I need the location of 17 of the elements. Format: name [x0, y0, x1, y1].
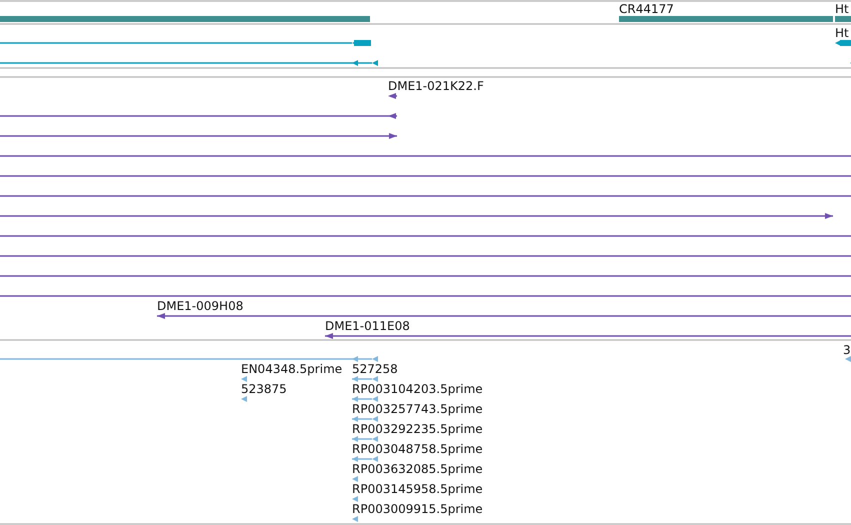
feature-label: CR44177: [619, 2, 674, 16]
feature-label: Ht: [835, 2, 849, 16]
feature-label: RP003009915.5prime: [352, 502, 483, 516]
feature-label: RP003048758.5prime: [352, 442, 483, 456]
feature-label: Ht: [835, 26, 849, 40]
feature-label: 3: [843, 343, 851, 357]
feature-label: DME1-021K22.F: [388, 79, 484, 93]
feature-label: RP003292235.5prime: [352, 422, 483, 436]
feature-label: RP003632085.5prime: [352, 462, 483, 476]
feature-label: DME1-009H08: [157, 299, 244, 313]
feature-label: EN04348.5prime: [241, 362, 342, 376]
feature-label: 527258: [352, 362, 398, 376]
feature-label: RP003104203.5prime: [352, 382, 483, 396]
feature-label: RP003257743.5prime: [352, 402, 483, 416]
feature-label: 523875: [241, 382, 287, 396]
feature-label: DME1-011E08: [325, 319, 410, 333]
feature-label: RP003145958.5prime: [352, 482, 483, 496]
